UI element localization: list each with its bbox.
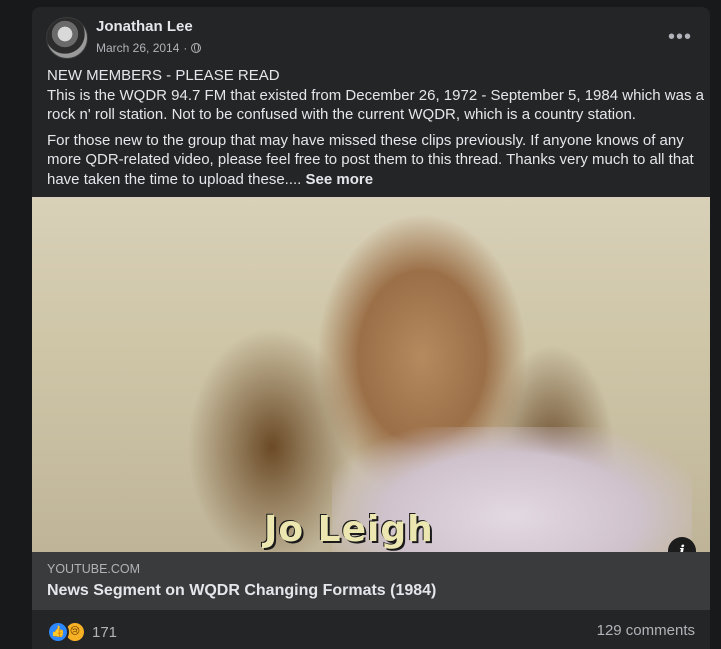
post-line-1: This is the WQDR 94.7 FM that existed fr… — [47, 86, 704, 124]
info-icon[interactable]: i — [668, 537, 696, 552]
comment-count[interactable]: 129 comments — [597, 622, 695, 639]
meta-separator: · — [183, 41, 188, 55]
link-title[interactable]: News Segment on WQDR Changing Formats (1… — [47, 582, 436, 600]
see-more-link[interactable]: See more — [306, 171, 374, 188]
post-meta: March 26, 2014 · — [96, 41, 202, 55]
reactions-summary[interactable]: 👍 😢 171 — [47, 621, 117, 643]
post-date[interactable]: March 26, 2014 — [96, 41, 179, 55]
feed-post: Jonathan Lee March 26, 2014 · ••• NEW ME… — [32, 7, 710, 649]
avatar[interactable] — [46, 17, 88, 59]
like-icon: 👍 — [47, 621, 69, 643]
author-name[interactable]: Jonathan Lee — [96, 18, 193, 35]
video-thumbnail[interactable]: Jo Leigh i — [32, 197, 710, 552]
globe-icon[interactable] — [191, 43, 202, 53]
post-header: Jonathan Lee March 26, 2014 · ••• — [46, 17, 696, 59]
post-text: NEW MEMBERS - PLEASE READ This is the WQ… — [47, 66, 707, 195]
post-paragraph-2: For those new to the group that may have… — [47, 131, 707, 190]
link-domain: YOUTUBE.COM — [47, 562, 141, 576]
more-options-button[interactable]: ••• — [666, 23, 694, 51]
post-paragraph-1: NEW MEMBERS - PLEASE READ This is the WQ… — [47, 66, 707, 125]
video-caption: Jo Leigh — [264, 509, 434, 550]
post-heading: NEW MEMBERS - PLEASE READ — [47, 67, 280, 84]
link-preview[interactable]: YOUTUBE.COM News Segment on WQDR Changin… — [32, 552, 710, 610]
post-footer: 👍 😢 171 129 comments — [47, 620, 695, 643]
reaction-count[interactable]: 171 — [92, 624, 117, 641]
